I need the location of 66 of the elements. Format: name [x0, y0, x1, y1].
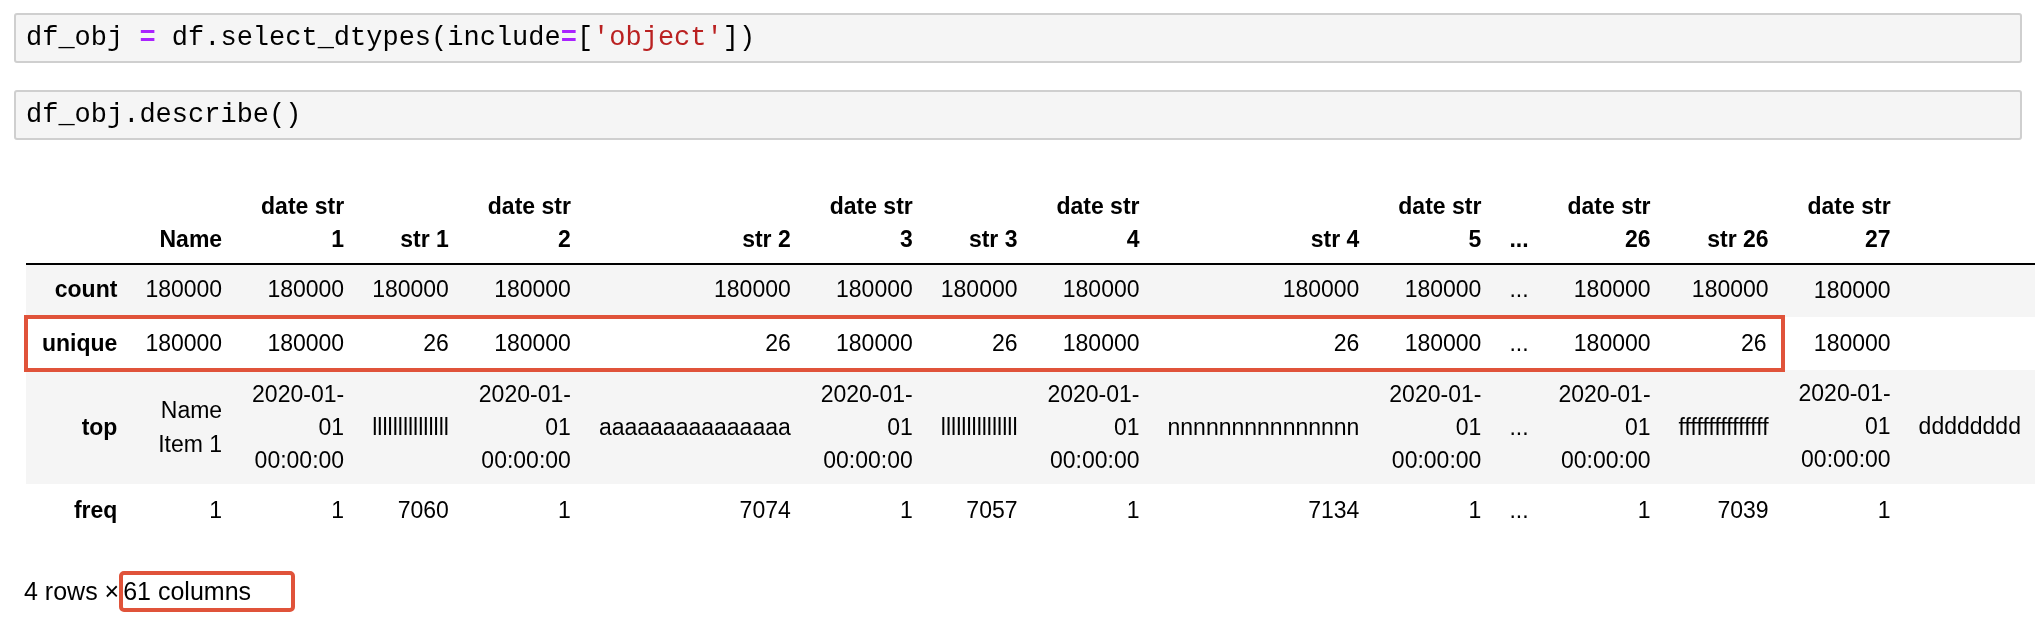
- table-cell: lllllllllllllll: [358, 369, 463, 484]
- table-cell: 1: [1542, 483, 1665, 537]
- table-cell: 180000: [236, 263, 359, 317]
- table-cell: 180000: [1664, 263, 1783, 317]
- table-cell: 180000: [131, 263, 237, 317]
- row-header: top: [26, 369, 132, 484]
- column-header: str 1: [358, 184, 463, 264]
- table-cell: 180000: [804, 263, 927, 317]
- table-cell: 2020-01-01 00:00:00: [1031, 369, 1154, 484]
- code-cell[interactable]: df_obj.describe(): [14, 90, 2022, 140]
- table-cell: fffffffffffffff: [1664, 369, 1783, 484]
- table-cell: 2020-01-01 00:00:00: [462, 369, 585, 484]
- code-cell[interactable]: df_obj = df.select_dtypes(include=['object']): [14, 13, 2022, 63]
- column-header: str 2: [584, 184, 805, 264]
- table-cell: 7134: [1153, 483, 1374, 537]
- column-header: date str 1: [236, 184, 359, 264]
- table-cell: 7057: [926, 483, 1032, 537]
- column-header: date str 4: [1031, 184, 1154, 264]
- table-cell: 180000: [1031, 263, 1154, 317]
- row-header: unique: [26, 316, 132, 370]
- table-cell: 2020-01-01 00:00:00: [1542, 369, 1665, 484]
- table-cell: ...: [1495, 369, 1543, 484]
- table-cell: dddddddd: [1904, 369, 2035, 484]
- column-header: date str 27: [1782, 184, 1905, 264]
- table-cell: 7039: [1664, 483, 1783, 537]
- table-cell: nnnnnnnnnnnnnnn: [1153, 369, 1374, 484]
- column-header: date str 3: [804, 184, 927, 264]
- table-cell: 180000: [462, 263, 585, 317]
- column-header: Name: [131, 184, 237, 264]
- column-header: date str 5: [1373, 184, 1496, 264]
- table-cell: 2020-01-01 00:00:00: [1782, 369, 1905, 484]
- table-cell: 1: [131, 483, 237, 537]
- table-cell: 1: [1031, 483, 1154, 537]
- row-header: freq: [26, 483, 132, 537]
- table-cell: 7074: [584, 483, 805, 537]
- table-cell: 1: [1373, 483, 1496, 537]
- table-cell: 180000: [926, 263, 1032, 317]
- column-header: str 26: [1664, 184, 1783, 264]
- table-cell: 2020-01-01 00:00:00: [1373, 369, 1496, 484]
- table-cell: ...: [1495, 263, 1543, 317]
- table-cell: lllllllllllllll: [926, 369, 1032, 484]
- table-cell: 2020-01-01 00:00:00: [804, 369, 927, 484]
- table-cell: 180000: [1542, 263, 1665, 317]
- table-cell: 1: [804, 483, 927, 537]
- table-cell: 1: [1782, 483, 1905, 537]
- table-cell: 180000: [1153, 263, 1374, 317]
- table-cell: 2020-01-01 00:00:00: [236, 369, 359, 484]
- table-cell: 7060: [358, 483, 463, 537]
- column-header: str 4: [1153, 184, 1374, 264]
- table-cell: 180000: [1373, 263, 1496, 317]
- row-header: count: [26, 263, 132, 317]
- table-shape-summary: 4 rows × 61 columns: [24, 570, 296, 612]
- table-cell: Name Item 1: [131, 369, 237, 484]
- table-cell: 180000: [358, 263, 463, 317]
- column-header: ...: [1495, 184, 1543, 264]
- table-cell: ...: [1495, 483, 1543, 537]
- table-cell: 1: [462, 483, 585, 537]
- table-cell: 1: [236, 483, 359, 537]
- table-cell: 26: [1664, 316, 1783, 370]
- table-cell: 180000: [584, 263, 805, 317]
- table-cell: aaaaaaaaaaaaaaa: [584, 369, 805, 484]
- table-cell: 180000: [1782, 263, 1905, 317]
- column-header: date str 2: [462, 184, 585, 264]
- column-header: str 3: [926, 184, 1032, 264]
- column-header: date str 26: [1542, 184, 1665, 264]
- table-cell: 180000: [1782, 316, 1905, 370]
